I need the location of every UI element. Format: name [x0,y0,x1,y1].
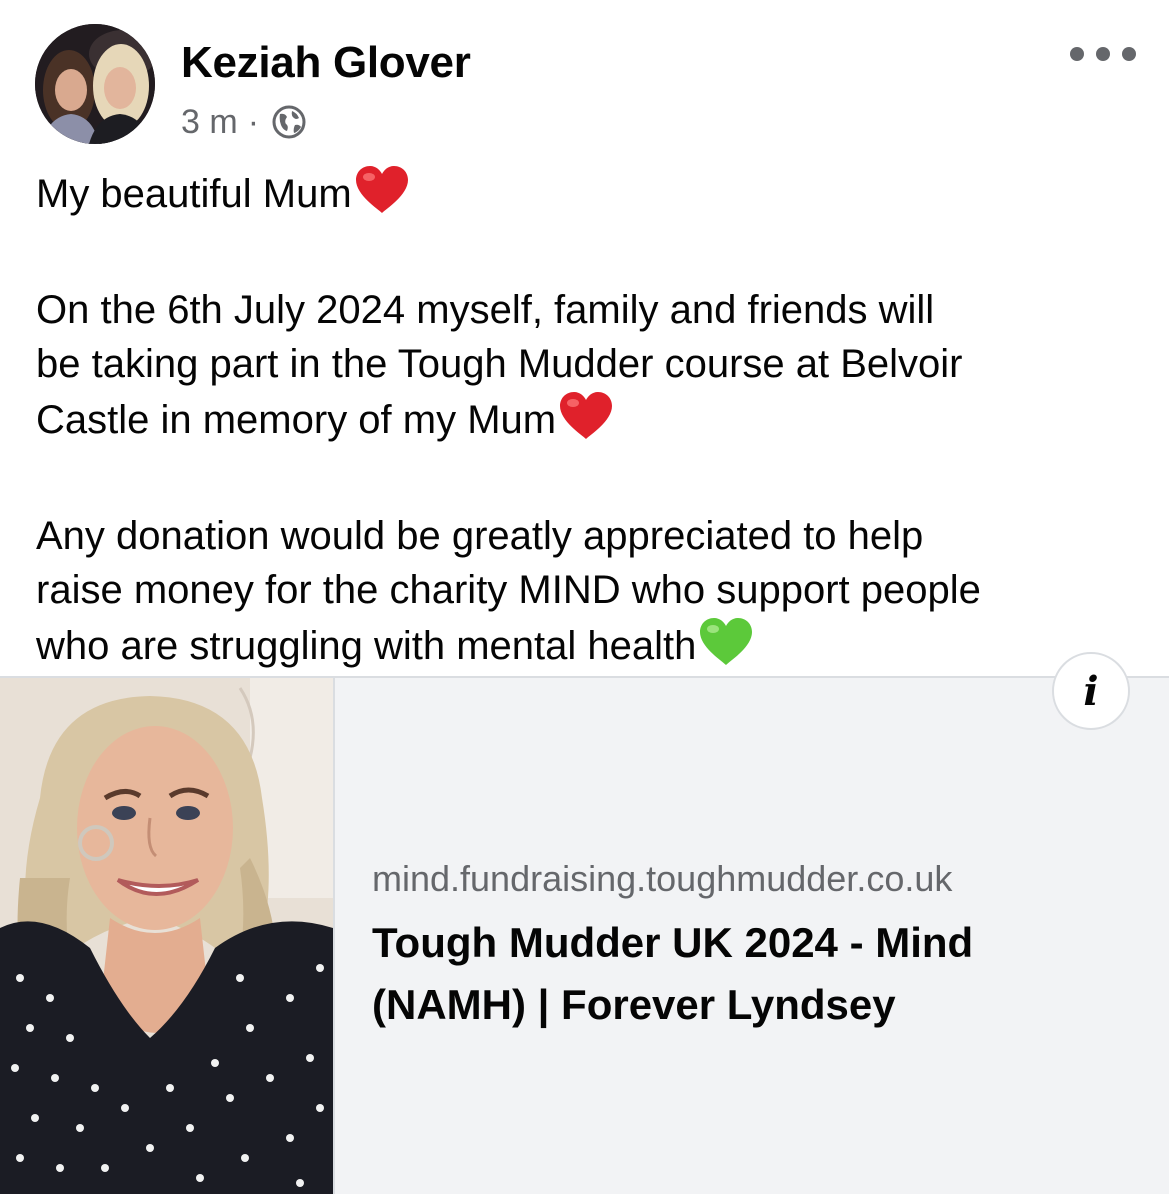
link-title[interactable]: Tough Mudder UK 2024 - Mind (NAMH) | For… [372,912,1132,1036]
post-meta: 3 m · [181,100,307,144]
post-paragraph: On the 6th July 2024 myself, family and … [36,283,1146,455]
post-line: raise money for the charity MIND who sup… [36,568,981,612]
more-options-icon[interactable] [1070,36,1136,72]
link-title-line: Tough Mudder UK 2024 - Mind [372,919,974,966]
red-heart-icon [354,165,410,229]
post-line: be taking part in the Tough Mudder cours… [36,342,963,386]
facebook-post: Keziah Glover 3 m · My beautiful Mum On … [0,0,1169,1194]
meta-separator: · [247,102,260,141]
author-avatar[interactable] [35,24,155,144]
link-domain: mind.fundraising.toughmudder.co.uk [372,858,953,899]
red-heart-icon [558,391,614,455]
post-line: My beautiful Mum [36,172,352,216]
info-icon[interactable]: i [1052,652,1130,730]
globe-icon[interactable] [271,104,307,140]
post-line: Castle in memory of my Mum [36,398,557,442]
post-timestamp[interactable]: 3 m [181,103,238,142]
info-glyph: i [1083,667,1099,715]
post-text: My beautiful Mum On the 6th July 2024 my… [36,165,1146,681]
card-divider [333,678,335,1194]
link-title-line: (NAMH) | Forever Lyndsey [372,981,896,1028]
post-paragraph: My beautiful Mum [36,165,1146,229]
post-line: On the 6th July 2024 myself, family and … [36,288,935,332]
green-heart-icon [698,617,754,681]
author-name[interactable]: Keziah Glover [181,38,471,88]
post-paragraph: Any donation would be greatly appreciate… [36,509,1146,681]
post-line: Any donation would be greatly appreciate… [36,514,924,558]
post-line: who are struggling with mental health [36,624,697,668]
link-preview-image[interactable] [0,678,333,1194]
